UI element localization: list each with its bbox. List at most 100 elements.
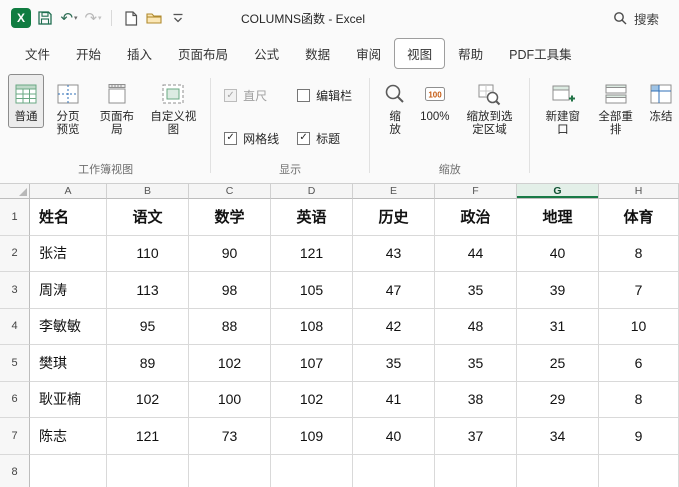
row-header-3[interactable]: 3: [0, 272, 30, 309]
cell-E6[interactable]: 41: [353, 381, 435, 418]
custom-views-button[interactable]: 自定义视图: [144, 74, 204, 141]
search-box[interactable]: 搜索: [613, 9, 669, 28]
zoom-to-selection-button[interactable]: 缩放到选定区域: [456, 74, 522, 141]
page-break-preview-button[interactable]: 分页预览: [46, 74, 90, 141]
new-file-icon[interactable]: [119, 6, 141, 30]
row-header-1[interactable]: 1: [0, 199, 30, 236]
cell-D5[interactable]: 107: [271, 345, 353, 382]
arrange-all-button[interactable]: 全部重排: [590, 74, 641, 141]
cell-F2[interactable]: 44: [435, 235, 517, 272]
cell-H6[interactable]: 8: [599, 381, 679, 418]
cell-H5[interactable]: 6: [599, 345, 679, 382]
cell-A5[interactable]: 樊琪: [30, 345, 107, 382]
save-icon[interactable]: [34, 6, 56, 30]
cell-B6[interactable]: 102: [107, 381, 189, 418]
cell-H1[interactable]: 体育: [599, 199, 679, 236]
cell-E7[interactable]: 40: [353, 418, 435, 455]
cell-B7[interactable]: 121: [107, 418, 189, 455]
cell-E5[interactable]: 35: [353, 345, 435, 382]
redo-button[interactable]: ↷ ▾: [82, 6, 104, 30]
column-header-H[interactable]: H: [599, 184, 679, 199]
cell-C2[interactable]: 90: [189, 235, 271, 272]
tab-view[interactable]: 视图: [394, 37, 446, 69]
column-header-F[interactable]: F: [435, 184, 517, 199]
undo-button[interactable]: ↶ ▾: [58, 6, 80, 30]
open-folder-icon[interactable]: [143, 6, 165, 30]
cell-A2[interactable]: 张洁: [30, 235, 107, 272]
cell-C1[interactable]: 数学: [189, 199, 271, 236]
cell-D2[interactable]: 121: [271, 235, 353, 272]
cell-B5[interactable]: 89: [107, 345, 189, 382]
cell-C7[interactable]: 73: [189, 418, 271, 455]
cell-D1[interactable]: 英语: [271, 199, 353, 236]
cell-G1[interactable]: 地理: [517, 199, 599, 236]
cell-A1[interactable]: 姓名: [30, 199, 107, 236]
cell-E1[interactable]: 历史: [353, 199, 435, 236]
cell-H3[interactable]: 7: [599, 272, 679, 309]
gridlines-checkbox[interactable]: ✓ 网格线: [224, 130, 279, 147]
cell-A3[interactable]: 周涛: [30, 272, 107, 309]
cell-F3[interactable]: 35: [435, 272, 517, 309]
cell-C3[interactable]: 98: [189, 272, 271, 309]
cell-G5[interactable]: 25: [517, 345, 599, 382]
customize-qat-icon[interactable]: [167, 6, 189, 30]
tab-review[interactable]: 审阅: [343, 38, 394, 69]
cell-C8[interactable]: [189, 454, 271, 487]
tab-insert[interactable]: 插入: [114, 38, 165, 69]
cell-A4[interactable]: 李敏敏: [30, 308, 107, 345]
cell-D8[interactable]: [271, 454, 353, 487]
headings-checkbox[interactable]: ✓ 标题: [297, 130, 352, 147]
column-header-D[interactable]: D: [271, 184, 353, 199]
cell-F7[interactable]: 37: [435, 418, 517, 455]
zoom-100-button[interactable]: 100 100%: [415, 74, 454, 128]
select-all-corner[interactable]: [0, 184, 30, 199]
tab-data[interactable]: 数据: [292, 38, 343, 69]
page-layout-view-button[interactable]: 页面布局: [92, 74, 142, 141]
cell-D3[interactable]: 105: [271, 272, 353, 309]
cell-E2[interactable]: 43: [353, 235, 435, 272]
cell-B1[interactable]: 语文: [107, 199, 189, 236]
cell-A7[interactable]: 陈志: [30, 418, 107, 455]
formula-bar-checkbox[interactable]: 编辑栏: [297, 87, 352, 104]
cell-C4[interactable]: 88: [189, 308, 271, 345]
cell-F8[interactable]: [435, 454, 517, 487]
row-header-6[interactable]: 6: [0, 381, 30, 418]
cell-E8[interactable]: [353, 454, 435, 487]
cell-H8[interactable]: [599, 454, 679, 487]
ruler-checkbox[interactable]: ✓ 直尺: [224, 87, 279, 104]
cell-G7[interactable]: 34: [517, 418, 599, 455]
cell-A8[interactable]: [30, 454, 107, 487]
tab-page-layout[interactable]: 页面布局: [165, 38, 241, 69]
row-header-4[interactable]: 4: [0, 308, 30, 345]
cell-B4[interactable]: 95: [107, 308, 189, 345]
cell-B3[interactable]: 113: [107, 272, 189, 309]
cell-C6[interactable]: 100: [189, 381, 271, 418]
cell-E4[interactable]: 42: [353, 308, 435, 345]
column-header-E[interactable]: E: [353, 184, 435, 199]
cell-C5[interactable]: 102: [189, 345, 271, 382]
cell-H4[interactable]: 10: [599, 308, 679, 345]
tab-home[interactable]: 开始: [63, 38, 114, 69]
new-window-button[interactable]: 新建窗口: [537, 74, 588, 141]
cell-F1[interactable]: 政治: [435, 199, 517, 236]
column-header-C[interactable]: C: [189, 184, 271, 199]
row-header-7[interactable]: 7: [0, 418, 30, 455]
column-header-A[interactable]: A: [30, 184, 107, 199]
cell-D7[interactable]: 109: [271, 418, 353, 455]
freeze-panes-button[interactable]: 冻结: [643, 74, 679, 128]
column-header-B[interactable]: B: [107, 184, 189, 199]
cell-B2[interactable]: 110: [107, 235, 189, 272]
tab-pdf-tools[interactable]: PDF工具集: [496, 38, 585, 69]
row-header-8[interactable]: 8: [0, 454, 30, 487]
cell-A6[interactable]: 耿亚楠: [30, 381, 107, 418]
cell-G8[interactable]: [517, 454, 599, 487]
row-header-2[interactable]: 2: [0, 235, 30, 272]
cell-G4[interactable]: 31: [517, 308, 599, 345]
cell-H2[interactable]: 8: [599, 235, 679, 272]
cell-F5[interactable]: 35: [435, 345, 517, 382]
cell-H7[interactable]: 9: [599, 418, 679, 455]
tab-help[interactable]: 帮助: [445, 38, 496, 69]
cell-D4[interactable]: 108: [271, 308, 353, 345]
cell-B8[interactable]: [107, 454, 189, 487]
tab-formulas[interactable]: 公式: [241, 38, 292, 69]
